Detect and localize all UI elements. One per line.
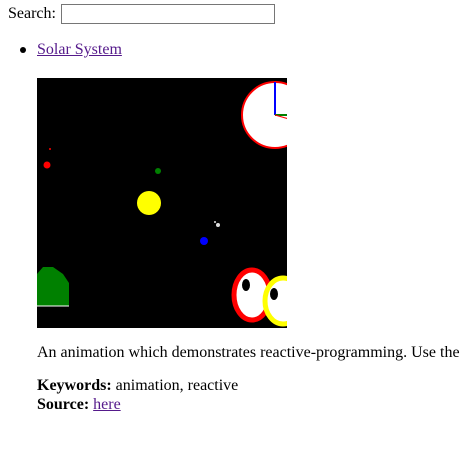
source-link[interactable]: here bbox=[93, 396, 121, 413]
eye-yellow bbox=[262, 275, 287, 327]
solar-system-link[interactable]: Solar System bbox=[37, 41, 122, 59]
search-label: Search: bbox=[8, 5, 56, 22]
list-bullet bbox=[20, 47, 26, 53]
pupil-yellow bbox=[270, 288, 278, 300]
moon-red bbox=[49, 148, 51, 150]
moon-white bbox=[214, 221, 216, 223]
keywords-value: animation, reactive bbox=[115, 377, 239, 394]
animation-canvas[interactable] bbox=[37, 78, 287, 328]
keywords-label: Keywords: bbox=[37, 377, 112, 394]
planet-green bbox=[155, 168, 161, 174]
planet-white bbox=[216, 223, 220, 227]
planet-red bbox=[43, 161, 51, 169]
search-bar: Search: bbox=[8, 3, 275, 25]
search-input[interactable] bbox=[60, 4, 275, 24]
source-label: Source: bbox=[37, 396, 90, 413]
source-line: Source: here bbox=[37, 396, 121, 414]
eyes bbox=[231, 267, 287, 327]
solar-system-drawing bbox=[37, 78, 287, 328]
sun bbox=[137, 191, 161, 215]
keywords-line: Keywords: animation, reactive bbox=[37, 377, 238, 395]
pupil-red bbox=[242, 279, 250, 291]
entry-description: An animation which demonstrates reactive… bbox=[37, 344, 460, 361]
planet-blue bbox=[200, 237, 208, 245]
